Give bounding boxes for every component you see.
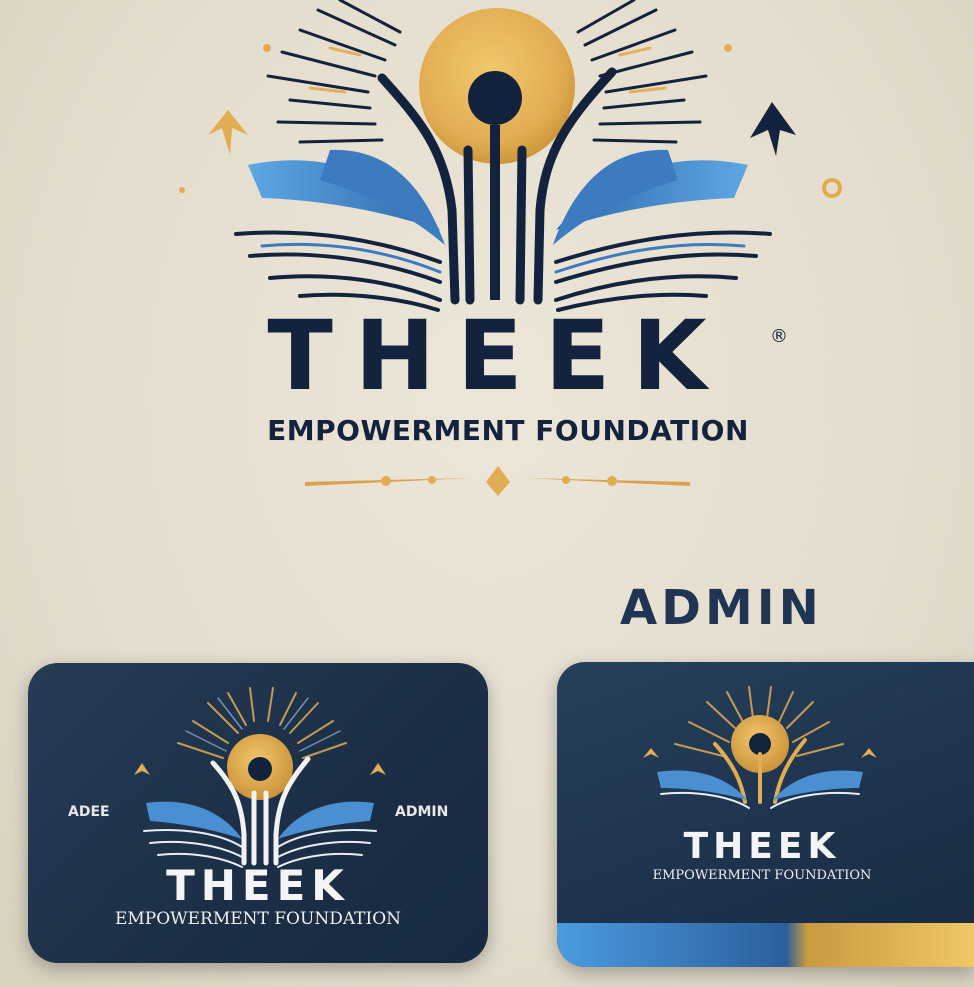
admin-label: ADMIN [620,580,823,636]
admin-card-back: THEEK EMPOWERMENT FOUNDATION [557,662,974,967]
registered-mark: ® [770,326,788,347]
brand-tagline: EMPOWERMENT FOUNDATION [267,414,749,447]
admin-card-front: ADEE ADMIN THEEK EMPOWERMENT FOUNDATION [28,663,488,963]
card-subtitle: EMPOWERMENT FOUNDATION [114,909,402,929]
card-left-text: ADEE [68,804,110,820]
card-right-text: ADMIN [395,804,449,820]
open-book-icon [234,149,772,312]
brand-title: THEEK [267,300,729,412]
card-title: THEEK [166,861,350,910]
card-subtitle: EMPOWERMENT FOUNDATION [652,868,872,883]
divider-ornament [305,466,690,496]
arrow-up-icon [750,102,796,156]
card-title: THEEK [683,826,841,867]
card-emblem-small [557,686,974,967]
sparkle-icon [208,110,248,155]
